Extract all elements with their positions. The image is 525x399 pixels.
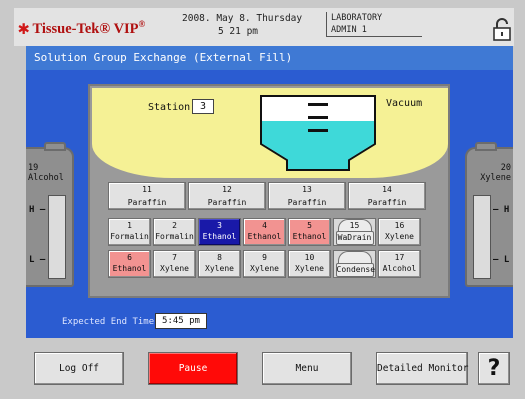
station-8[interactable]: 8 Xylene — [198, 250, 241, 278]
user-info: LABORATORY ADMIN 1 — [326, 12, 422, 37]
reagent-row-2: 6 Ethanol 7 Xylene 8 Xylene 9 Xylene 10 Xylen… — [108, 250, 421, 278]
bottom-toolbar: Log Off Pause Menu Detailed Monitor ? — [14, 344, 514, 392]
expected-end-time-label: Expected End Time — [62, 317, 155, 327]
main-panel: 19 Alcohol H – L – 20 Xylene – H – L Sta… — [26, 70, 513, 338]
title-bar: Solution Group Exchange (External Fill) — [26, 46, 513, 70]
station-17[interactable]: 17 Alcohol — [378, 250, 421, 278]
expected-end-time-value: 5:45 pm — [155, 313, 207, 329]
current-date: 2008. May 8. Thursday — [182, 13, 303, 24]
department-label: LABORATORY — [326, 12, 422, 24]
logo-text: Tissue-Tek — [32, 20, 100, 37]
bottle-20-level-gauge — [473, 195, 491, 279]
retort-area: Station 3 Vacuum — [92, 88, 448, 178]
bottle-20[interactable]: 20 Xylene – H – L — [465, 142, 513, 287]
station-6[interactable]: 6 Ethanol — [108, 250, 151, 278]
bottle-19-level-gauge — [48, 195, 66, 279]
station-4[interactable]: 4 Ethanol — [243, 218, 286, 246]
bottle-20-label: Xylene — [480, 173, 511, 183]
datetime: 2008. May 8. Thursday 5 21 pm — [182, 12, 303, 38]
reagent-row-1: 1 Formalin 2 Formalin 3 Ethanol 4 Ethanol 5E… — [108, 218, 421, 246]
current-time: 5 21 pm — [217, 26, 259, 37]
retort-tank-icon — [260, 95, 376, 171]
logo-registered: ® — [138, 18, 146, 29]
bottle-20-number: 20 — [500, 163, 511, 173]
station-value: 3 — [192, 99, 214, 114]
logo-star-icon: ✱ — [18, 17, 30, 39]
station-12[interactable]: 12 Paraffin — [188, 182, 266, 210]
screen-title: Solution Group Exchange (External Fill) — [34, 51, 293, 64]
paraffin-row: 11 Paraffin 12 Paraffin 13 Paraffin 14 Paraf… — [108, 182, 426, 210]
condense-station[interactable]: Condense — [333, 250, 376, 278]
station-10[interactable]: 10 Xylene — [288, 250, 331, 278]
bottle-20-high-mark: – H — [493, 205, 510, 215]
pause-button[interactable]: Pause — [148, 352, 238, 385]
detailed-monitor-button[interactable]: Detailed Monitor — [376, 352, 469, 385]
station-14[interactable]: 14 Paraffin — [348, 182, 426, 210]
station-2[interactable]: 2 Formalin — [153, 218, 196, 246]
station-7[interactable]: 7 Xylene — [153, 250, 196, 278]
station-1[interactable]: 1 Formalin — [108, 218, 151, 246]
log-off-button[interactable]: Log Off — [34, 352, 124, 385]
bottle-19-label: Alcohol — [28, 173, 64, 183]
bottle-19-high-mark: H – — [29, 205, 46, 215]
station-3-selected[interactable]: 3 Ethanol — [198, 218, 241, 246]
bottle-19-cap — [44, 142, 66, 151]
retort-liquid — [262, 121, 374, 169]
help-button[interactable]: ? — [478, 352, 510, 385]
header-bar: ✱ Tissue-Tek® VIP® 2008. May 8. Thursday… — [14, 8, 514, 46]
menu-button[interactable]: Menu — [262, 352, 352, 385]
logo-suffix: VIP — [113, 20, 139, 37]
station-11[interactable]: 11 Paraffin — [108, 182, 186, 210]
station-13[interactable]: 13 Paraffin — [268, 182, 346, 210]
bottle-19-number: 19 — [28, 163, 39, 173]
user-label: ADMIN 1 — [326, 24, 422, 37]
lock-icon[interactable] — [492, 17, 512, 41]
vacuum-status: Vacuum — [386, 98, 423, 109]
bottle-19-low-mark: L – — [29, 255, 46, 265]
station-label: Station — [148, 102, 191, 113]
bottle-20-cap — [475, 142, 497, 151]
bottle-19[interactable]: 19 Alcohol H – L – — [26, 142, 74, 287]
station-9[interactable]: 9 Xylene — [243, 250, 286, 278]
station-16[interactable]: 16 Xylene — [378, 218, 421, 246]
station-15-wadrain[interactable]: 15 WaDrain — [333, 218, 376, 246]
retort-panel: Station 3 Vacuum 11 Paraffin 12 Paraffin 1… — [88, 84, 450, 298]
tissue-tek-logo: ✱ Tissue-Tek® VIP® — [18, 17, 146, 39]
station-5[interactable]: 5 Ethanol — [288, 218, 331, 246]
bottle-20-low-mark: – L — [493, 255, 510, 265]
